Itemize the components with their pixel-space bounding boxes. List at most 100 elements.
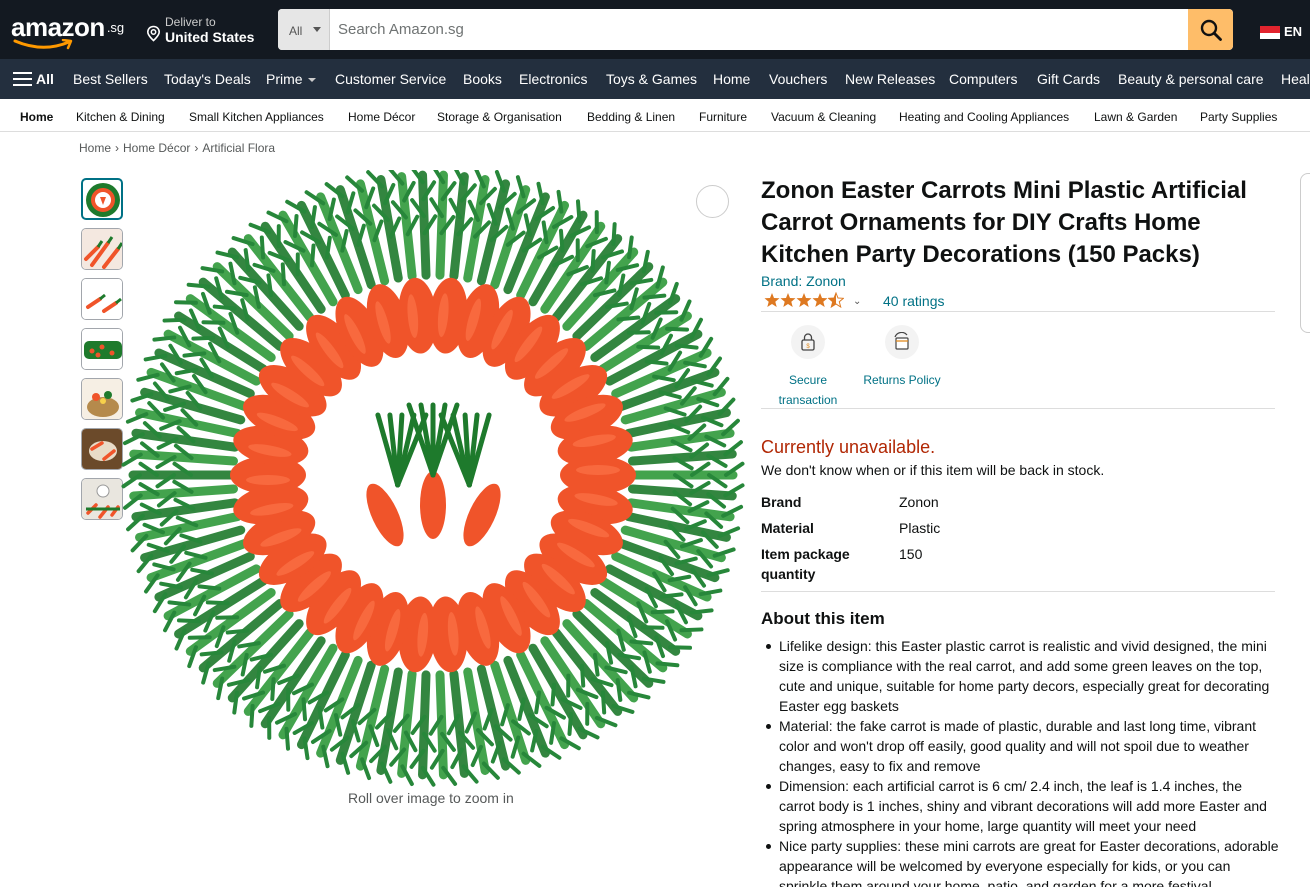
easter-basket-thumb-image	[82, 379, 122, 419]
share-button[interactable]	[696, 185, 729, 218]
nav-item-computers[interactable]: Computers	[949, 71, 1017, 87]
amazon-logo[interactable]: amazon .sg	[11, 12, 125, 50]
main-nav-bar: All Best Sellers Today's Deals Prime Cus…	[0, 59, 1310, 99]
nav-item-home[interactable]: Home	[713, 71, 750, 87]
hamburger-icon	[13, 72, 32, 86]
zoom-hint: Roll over image to zoom in	[348, 790, 514, 806]
about-item: Nice party supplies: these mini carrots …	[766, 836, 1279, 887]
spec-key-material: Material	[761, 520, 814, 536]
product-title: Zonon Easter Carrots Mini Plastic Artifi…	[761, 177, 1247, 268]
spec-value-package-quantity: 150	[899, 546, 923, 562]
thumbnail-1[interactable]	[81, 178, 123, 220]
thumbnail-2[interactable]	[81, 228, 123, 270]
divider	[761, 408, 1275, 409]
subnav-lawn-garden[interactable]: Lawn & Garden	[1094, 110, 1177, 124]
chevron-down-icon: ⌄	[853, 296, 862, 307]
breadcrumb-home[interactable]: Home	[79, 141, 111, 155]
carrot-sizes-thumb-image	[82, 279, 122, 319]
spec-value-brand: Zonon	[899, 494, 939, 510]
spec-key-brand: Brand	[761, 494, 802, 510]
search-category-label: All	[289, 24, 303, 38]
nav-item-best-sellers[interactable]: Best Sellers	[73, 71, 148, 87]
subnav-kitchen-dining[interactable]: Kitchen & Dining	[76, 110, 165, 124]
nav-item-toys-games[interactable]: Toys & Games	[606, 71, 697, 87]
top-nav-bar: amazon.sg Deliver to United States All E…	[0, 0, 1310, 59]
side-panel-tab[interactable]	[1300, 173, 1310, 333]
about-item: Dimension: each artificial carrot is 6 c…	[766, 776, 1279, 836]
nav-item-vouchers[interactable]: Vouchers	[769, 71, 827, 87]
search-input[interactable]	[330, 9, 1188, 50]
thumbnail-3[interactable]	[81, 278, 123, 320]
nav-item-prime[interactable]: Prime	[266, 71, 316, 87]
thumbnail-5[interactable]	[81, 378, 123, 420]
secure-line-1: Secure	[788, 373, 828, 387]
spec-key-package-quantity: Item package quantity	[761, 546, 850, 582]
nav-item-customer-service[interactable]: Customer Service	[335, 71, 446, 87]
search-bar: All	[278, 9, 1233, 50]
availability-note: We don't know when or if this item will …	[761, 462, 1105, 478]
subnav-vacuum[interactable]: Vacuum & Cleaning	[771, 110, 876, 124]
language-code: EN	[1284, 24, 1303, 39]
about-item: Material: the fake carrot is made of pla…	[766, 716, 1279, 776]
deliver-label: Deliver to	[165, 15, 216, 29]
breadcrumb-artificial-flora[interactable]: Artificial Flora	[202, 141, 275, 155]
carrot-wreath-thumb-image	[86, 183, 120, 217]
smile-arrow-icon	[13, 39, 73, 50]
star-full-icon	[780, 293, 796, 307]
returns-label: Returns Policy	[863, 373, 941, 387]
star-full-icon	[764, 293, 780, 307]
about-list: Lifelike design: this Easter plastic car…	[766, 636, 1279, 887]
breadcrumb-separator: ›	[115, 141, 120, 155]
search-submit-button[interactable]	[1188, 9, 1233, 50]
deliver-location: United States	[165, 29, 255, 45]
subnav-bedding[interactable]: Bedding & Linen	[587, 110, 675, 124]
search-category-select[interactable]: All	[278, 9, 330, 50]
carrot-pile-thumb-image	[82, 329, 122, 369]
breadcrumb: Home › Home Décor › Artificial Flora	[79, 141, 275, 155]
subnav-party-supplies[interactable]: Party Supplies	[1200, 110, 1277, 124]
brand-store-link[interactable]: Brand: Zonon	[761, 273, 846, 289]
subnav-storage[interactable]: Storage & Organisation	[437, 110, 562, 124]
chevron-down-icon	[313, 27, 321, 32]
thumbnail-6[interactable]	[81, 428, 123, 470]
party-scene-thumb-image	[82, 479, 122, 519]
returns-policy-badge[interactable]: Returns Policy	[862, 325, 942, 390]
nav-item-health[interactable]: Heal	[1281, 71, 1310, 87]
subnav-heating-cooling[interactable]: Heating and Cooling Appliances	[899, 110, 1069, 124]
thumbnail-4[interactable]	[81, 328, 123, 370]
logo-wordmark: amazon	[11, 12, 105, 42]
secure-line-2: transaction	[778, 393, 838, 407]
breadcrumb-separator: ›	[194, 141, 199, 155]
carrots-in-hand-thumb-image	[82, 229, 122, 269]
carrot-wreath-image	[121, 163, 745, 787]
subnav-home-decor[interactable]: Home Décor	[348, 110, 415, 124]
nav-item-books[interactable]: Books	[463, 71, 502, 87]
about-heading: About this item	[761, 609, 885, 628]
nav-item-new-releases[interactable]: New Releases	[845, 71, 935, 87]
thumbnail-7[interactable]	[81, 478, 123, 520]
divider	[761, 311, 1275, 312]
star-full-icon	[812, 293, 828, 307]
ratings-count-link[interactable]: 40 ratings	[883, 293, 944, 309]
breadcrumb-home-decor[interactable]: Home Décor	[123, 141, 190, 155]
secure-lock-icon: $	[791, 325, 825, 359]
nav-item-electronics[interactable]: Electronics	[519, 71, 587, 87]
table-decor-thumb-image	[82, 429, 122, 469]
location-pin-icon	[146, 25, 161, 42]
category-sub-nav: Home Kitchen & Dining Small Kitchen Appl…	[0, 99, 1310, 132]
nav-item-beauty[interactable]: Beauty & personal care	[1118, 71, 1264, 87]
chevron-down-icon	[307, 78, 316, 83]
search-icon	[1200, 19, 1222, 41]
subnav-furniture[interactable]: Furniture	[699, 110, 747, 124]
star-half-icon	[828, 292, 844, 308]
singapore-flag-icon	[1260, 26, 1280, 39]
availability-status: Currently unavailable.	[761, 437, 936, 457]
main-product-image[interactable]	[120, 163, 750, 790]
secure-transaction-badge[interactable]: $ Secure transaction	[771, 325, 845, 410]
nav-item-todays-deals[interactable]: Today's Deals	[164, 71, 251, 87]
logo-tld: .sg	[106, 20, 125, 35]
nav-item-gift-cards[interactable]: Gift Cards	[1037, 71, 1100, 87]
subnav-small-kitchen-appliances[interactable]: Small Kitchen Appliances	[189, 110, 324, 124]
subnav-home[interactable]: Home	[20, 110, 53, 124]
all-menu-label: All	[36, 71, 54, 87]
